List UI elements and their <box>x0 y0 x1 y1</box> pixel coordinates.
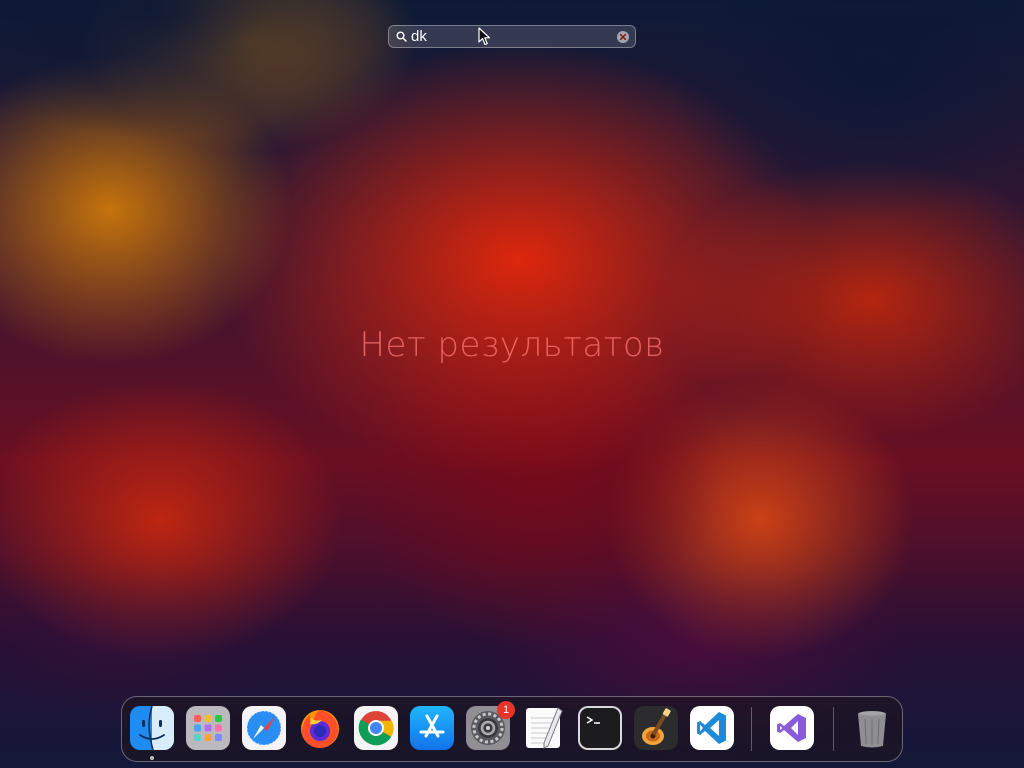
launchpad-search-field[interactable] <box>388 25 636 48</box>
dock-item-trash[interactable] <box>850 706 894 750</box>
notification-badge: 1 <box>497 701 515 719</box>
dock-item-terminal[interactable] <box>578 706 622 750</box>
dock-item-launchpad[interactable] <box>186 706 230 750</box>
wallpaper-shade <box>0 0 380 140</box>
dock-item-vscode[interactable] <box>690 706 734 750</box>
trash-icon <box>858 711 886 748</box>
chrome-icon <box>354 706 398 750</box>
search-input[interactable] <box>407 26 616 47</box>
garageband-icon <box>634 706 678 750</box>
dock-divider <box>751 707 752 751</box>
wallpaper-shade <box>664 0 1024 220</box>
textedit-icon <box>526 707 563 749</box>
vscode-icon <box>690 706 734 750</box>
dock-divider <box>833 707 834 751</box>
mouse-pointer-icon <box>478 27 492 47</box>
safari-icon <box>242 706 286 750</box>
search-icon <box>395 31 407 43</box>
terminal-icon <box>578 706 622 750</box>
dock-item-garageband[interactable] <box>634 706 678 750</box>
running-indicator <box>150 756 154 760</box>
dock-item-chrome[interactable] <box>354 706 398 750</box>
launchpad-background: Нет результатов <box>0 0 1024 768</box>
finder-icon <box>130 706 174 750</box>
dock-item-finder[interactable] <box>130 706 174 750</box>
clear-search-icon[interactable] <box>616 30 630 44</box>
visual-studio-icon <box>770 706 814 750</box>
dock-item-safari[interactable] <box>242 706 286 750</box>
dock: 1 <box>121 696 903 762</box>
firefox-icon <box>301 710 339 748</box>
app-store-icon <box>410 706 454 750</box>
dock-item-firefox[interactable] <box>298 706 342 750</box>
dock-item-textedit[interactable] <box>522 706 566 750</box>
launchpad-icon <box>186 706 230 750</box>
dock-item-app-store[interactable] <box>410 706 454 750</box>
dock-item-visual-studio[interactable] <box>770 706 814 750</box>
no-results-message: Нет результатов <box>359 325 665 365</box>
